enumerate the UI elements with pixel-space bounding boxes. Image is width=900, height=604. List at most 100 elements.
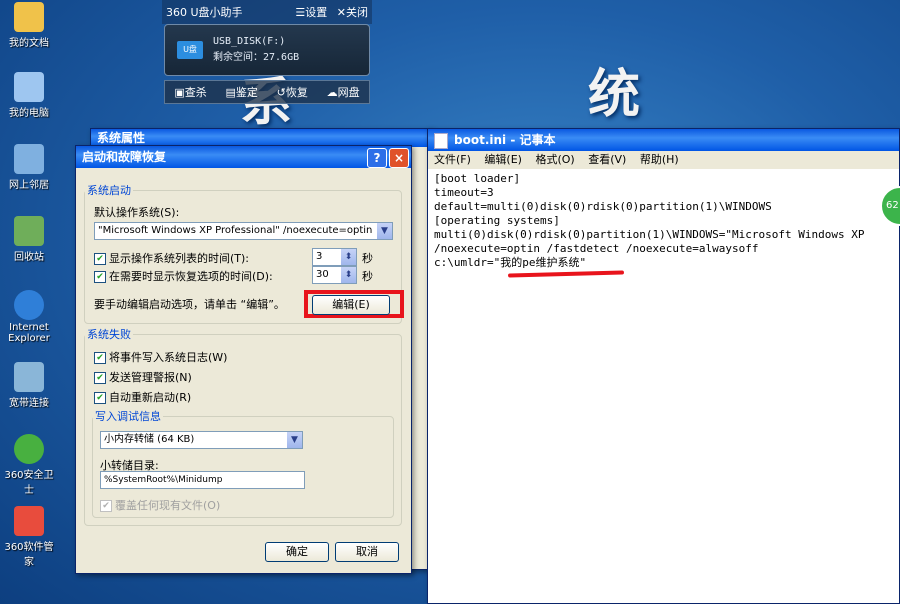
icon-label: 我的电脑 (9, 108, 49, 119)
drive-name: USB_DISK(F:) (213, 36, 286, 47)
settings-button[interactable]: ☰设置 (295, 6, 327, 19)
broadband-icon (14, 362, 44, 392)
verify-button[interactable]: ▤鉴定 (226, 84, 258, 100)
icon-label: 我的文档 (9, 38, 49, 49)
notepad-menubar: 文件(F) 编辑(E) 格式(O) 查看(V) 帮助(H) (428, 151, 899, 169)
edit-hint-text: 要手动编辑启动选项，请单击 “编辑”。 (94, 298, 285, 311)
desktop-icon-ie[interactable]: Internet Explorer (0, 290, 58, 344)
notepad-file-icon (434, 132, 448, 149)
menu-format[interactable]: 格式(O) (535, 153, 574, 166)
text-line: default=multi(0)disk(0)rdisk(0)partition… (434, 200, 772, 213)
text-line: [operating systems] (434, 214, 560, 227)
folder-icon (14, 2, 44, 32)
menu-edit[interactable]: 编辑(E) (484, 153, 522, 166)
icon-label: 360安全卫士 (4, 470, 54, 496)
show-recovery-time-input[interactable]: 30 ⬍ (312, 266, 357, 284)
usb-widget-header: 360 U盘小助手 ☰设置 ✕关闭 (162, 0, 372, 24)
show-list-label: 显示操作系统列表的时间(T): (109, 252, 250, 265)
recover-icon: ↺ (276, 86, 286, 99)
desktop-icon-broadband[interactable]: 宽带连接 (0, 362, 58, 409)
show-list-time-input[interactable]: 3 ⬍ (312, 248, 357, 266)
seconds-label: 秒 (362, 270, 373, 283)
icon-label: 360软件管家 (4, 542, 54, 568)
usb-assistant-widget: 360 U盘小助手 ☰设置 ✕关闭 U盘 USB_DISK(F:) 剩余空间：2… (162, 0, 372, 104)
background-char-2: 统 (588, 64, 641, 125)
scan-icon: ▣ (174, 86, 185, 99)
close-button[interactable]: ✕关闭 (337, 6, 368, 19)
dump-dir-input[interactable]: %SystemRoot%\Minidump (100, 471, 305, 489)
help-button[interactable]: ? (367, 148, 387, 168)
show-recovery-checkbox[interactable]: ✔ 在需要时显示恢复选项的时间(D): (94, 268, 273, 284)
auto-restart-checkbox[interactable]: ✔ 自动重新启动(R) (94, 389, 191, 405)
default-os-value: "Microsoft Windows XP Professional" /noe… (98, 225, 373, 236)
desktop-icon-network[interactable]: 网上邻居 (0, 144, 58, 191)
network-icon (14, 144, 44, 174)
dialog-title: 启动和故障恢复 (82, 150, 167, 164)
checkbox-checked-icon: ✔ (94, 372, 106, 384)
auto-restart-label: 自动重新启动(R) (109, 391, 192, 404)
checkbox-checked-icon: ✔ (94, 253, 106, 265)
cloud-button[interactable]: ☁网盘 (327, 84, 360, 100)
desktop-icon-recycle-bin[interactable]: 回收站 (0, 216, 58, 263)
overwrite-label: 覆盖任何现有文件(O) (115, 499, 221, 512)
write-event-checkbox[interactable]: ✔ 将事件写入系统日志(W) (94, 349, 227, 365)
startup-recovery-dialog: 启动和故障恢复 ? × 系统启动 默认操作系统(S): "Microsoft W… (75, 145, 412, 574)
spinner-icon: ⬍ (341, 249, 356, 265)
write-event-label: 将事件写入系统日志(W) (109, 351, 228, 364)
send-alert-label: 发送管理警报(N) (109, 371, 192, 384)
desktop-icon-my-documents[interactable]: 我的文档 (0, 2, 58, 49)
close-icon: ✕ (336, 6, 346, 19)
ok-button[interactable]: 确定 (265, 542, 329, 562)
computer-icon (14, 72, 44, 102)
menu-view[interactable]: 查看(V) (588, 153, 626, 166)
show-list-checkbox[interactable]: ✔ 显示操作系统列表的时间(T): (94, 250, 249, 266)
send-alert-checkbox[interactable]: ✔ 发送管理警报(N) (94, 369, 192, 385)
usb-toolbar: ▣查杀 ▤鉴定 ↺恢复 ☁网盘 (164, 80, 370, 104)
text-line: multi(0)disk(0)rdisk(0)partition(1)\WIND… (434, 228, 865, 241)
system-startup-legend: 系统启动 (87, 184, 131, 197)
dialog-close-button[interactable]: × (389, 148, 409, 168)
cancel-button[interactable]: 取消 (335, 542, 399, 562)
usb-drive-icon: U盘 (177, 41, 203, 59)
default-os-select[interactable]: "Microsoft Windows XP Professional" /noe… (94, 222, 393, 240)
spinner-icon: ⬍ (341, 267, 356, 283)
default-os-label: 默认操作系统(S): (94, 206, 180, 219)
notepad-title: boot.ini - 记事本 (454, 133, 556, 147)
text-line-highlighted: c:\umldr="我的pe维护系统" (434, 256, 587, 269)
icon-label: 宽带连接 (9, 398, 49, 409)
icon-label: 回收站 (14, 252, 44, 263)
show-list-time-value: 3 (316, 251, 323, 262)
chevron-down-icon: ▼ (287, 432, 302, 448)
scan-button[interactable]: ▣查杀 (174, 84, 206, 100)
show-recovery-label: 在需要时显示恢复选项的时间(D): (109, 270, 273, 283)
seconds-label: 秒 (362, 252, 373, 265)
dialog-titlebar: 启动和故障恢复 ? × (76, 146, 411, 168)
debug-info-legend: 写入调试信息 (95, 410, 161, 423)
overwrite-checkbox: ✔ 覆盖任何现有文件(O) (100, 497, 220, 513)
usb-drive-card[interactable]: U盘 USB_DISK(F:) 剩余空间：27.6GB (164, 24, 370, 76)
free-space: 剩余空间：27.6GB (213, 52, 300, 63)
app-store-icon (14, 506, 44, 536)
desktop-icon-360-software[interactable]: 360软件管家 (0, 506, 58, 568)
checkbox-checked-icon: ✔ (94, 271, 106, 283)
ie-icon (14, 290, 44, 320)
desktop-icon-my-computer[interactable]: 我的电脑 (0, 72, 58, 119)
debug-info-select[interactable]: 小内存转储 (64 KB) ▼ (100, 431, 303, 449)
chevron-down-icon: ▼ (377, 223, 392, 239)
recover-button[interactable]: ↺恢复 (277, 84, 308, 100)
text-line: /noexecute=optin /fastdetect /noexecute=… (434, 242, 759, 255)
debug-info-value: 小内存转储 (64 KB) (104, 434, 195, 445)
show-recovery-time-value: 30 (316, 269, 329, 280)
icon-label: Internet Explorer (8, 322, 50, 344)
menu-file[interactable]: 文件(F) (434, 153, 471, 166)
cloud-icon: ☁ (326, 86, 338, 99)
notepad-text-area[interactable]: [boot loader] timeout=3 default=multi(0)di… (434, 172, 864, 270)
icon-label: 网上邻居 (9, 180, 49, 191)
system-failure-legend: 系统失败 (87, 328, 131, 341)
desktop-icon-360-safe[interactable]: 360安全卫士 (0, 434, 58, 496)
edit-button[interactable]: 编辑(E) (312, 295, 390, 315)
menu-help[interactable]: 帮助(H) (640, 153, 679, 166)
verify-icon: ▤ (225, 86, 236, 99)
close-label: 关闭 (346, 6, 368, 19)
checkbox-checked-icon: ✔ (100, 500, 112, 512)
